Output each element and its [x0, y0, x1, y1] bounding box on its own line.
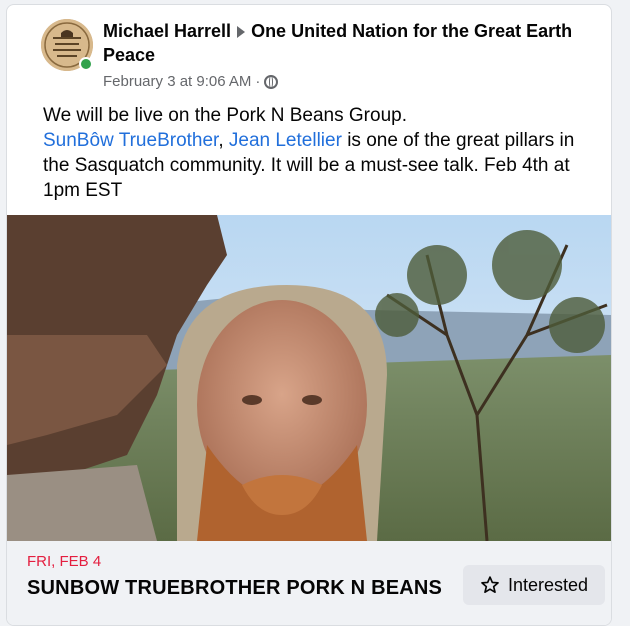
event-date: FRI, FEB 4 [27, 553, 102, 570]
post-title: Michael Harrell One United Nation for the… [103, 19, 583, 67]
meta-separator: · [255, 73, 261, 90]
event-bar: FRI, FEB 4 SUNBOW TRUEBROTHER PORK N BEA… [7, 541, 611, 625]
mention-comma: , [218, 130, 224, 151]
event-cover-photo[interactable] [7, 215, 611, 541]
post-meta: February 3 at 9:06 AM · [103, 73, 279, 90]
arrow-right-icon [237, 26, 246, 39]
post-body: We will be live on the Pork N Beans Grou… [43, 103, 603, 203]
author-name-link[interactable]: Michael Harrell [103, 21, 231, 41]
online-status-dot [79, 57, 93, 71]
mention-link-sunbow[interactable]: SunBôw TrueBrother [43, 130, 218, 151]
post-timestamp[interactable]: February 3 at 9:06 AM [103, 73, 251, 90]
post-header: Michael Harrell One United Nation for the… [7, 5, 611, 95]
globe-icon[interactable] [264, 74, 279, 89]
post-text-line1: We will be live on the Pork N Beans Grou… [43, 105, 407, 126]
star-icon [481, 576, 499, 593]
interested-label: Interested [507, 574, 589, 595]
post-text-paragraph: SunBôw TrueBrother, Jean Letellier is on… [43, 128, 603, 203]
post-card: Michael Harrell One United Nation for the… [6, 4, 612, 626]
interested-button[interactable]: Interested [463, 565, 605, 605]
event-title[interactable]: SUNBOW TRUEBROTHER PORK N BEANS [27, 577, 442, 600]
mention-link-jean[interactable]: Jean Letellier [229, 130, 342, 151]
